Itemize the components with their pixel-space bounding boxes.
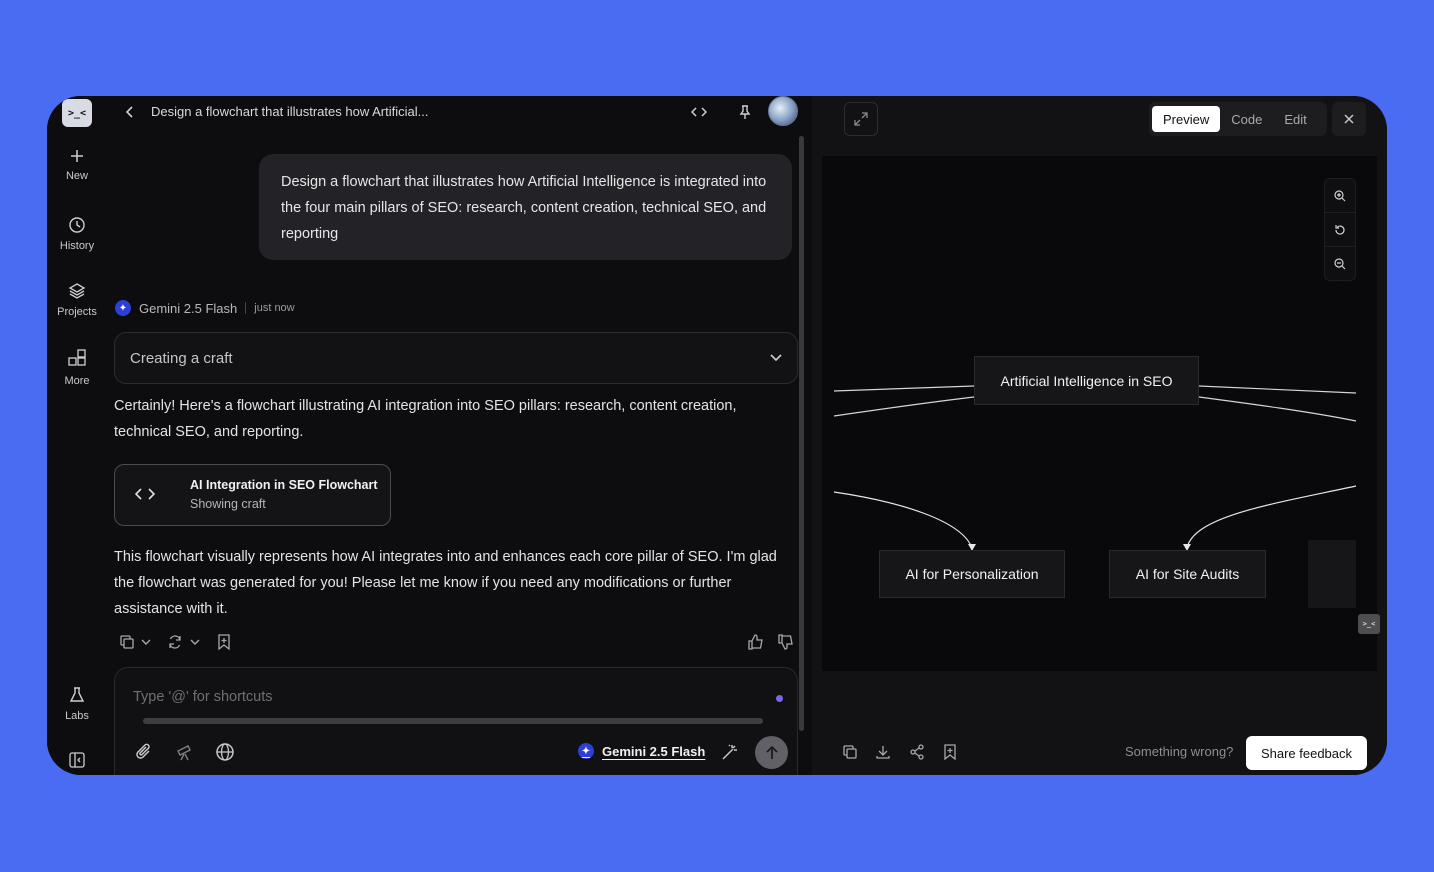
chevron-down-icon bbox=[770, 354, 782, 362]
model-name: Gemini 2.5 Flash bbox=[139, 300, 238, 316]
response-intro: Certainly! Here's a flowchart illustrati… bbox=[114, 398, 737, 440]
view-tabs: Preview Code Edit bbox=[1149, 102, 1327, 136]
divider bbox=[245, 302, 247, 314]
model-picker-label: Gemini 2.5 Flash bbox=[602, 743, 706, 759]
thumbs-up-icon[interactable] bbox=[748, 634, 764, 650]
bookmark-icon[interactable] bbox=[943, 744, 957, 760]
flowchart-canvas[interactable]: Artificial Intelligence in SEO AI for Pe… bbox=[822, 156, 1377, 671]
preview-panel: Preview Code Edit Artificial Intelligenc… bbox=[812, 96, 1387, 775]
sidebar-item-label: Projects bbox=[57, 306, 97, 318]
chat-title: Design a flowchart that illustrates how … bbox=[151, 104, 429, 119]
flask-icon bbox=[69, 687, 85, 702]
expand-button[interactable] bbox=[844, 102, 878, 136]
close-icon bbox=[1344, 114, 1354, 124]
sidebar-item-more[interactable]: More bbox=[47, 349, 107, 387]
history-icon bbox=[69, 217, 85, 233]
sparkle-icon: ✦ bbox=[578, 743, 594, 759]
thumbs-down-icon[interactable] bbox=[778, 634, 794, 650]
message-composer: ✦ Gemini 2.5 Flash bbox=[114, 667, 798, 775]
sparkle-icon: ✦ bbox=[115, 300, 131, 316]
sidebar-item-label: History bbox=[59, 240, 95, 252]
flowchart-node-partial[interactable] bbox=[1308, 540, 1356, 608]
sidebar-collapse-button[interactable] bbox=[47, 751, 107, 775]
sidebar-item-labs[interactable]: Labs bbox=[47, 686, 107, 722]
app-window: >_< New History Projects More Labs Desig… bbox=[47, 96, 1387, 775]
tab-edit[interactable]: Edit bbox=[1273, 106, 1317, 132]
zoom-out-icon bbox=[1334, 258, 1346, 270]
close-button[interactable] bbox=[1332, 102, 1366, 136]
grid-plus-icon bbox=[68, 349, 86, 366]
response-outro: This flowchart visually represents how A… bbox=[114, 549, 777, 617]
message-input[interactable] bbox=[133, 689, 733, 705]
response-meta: ✦ Gemini 2.5 Flash just now bbox=[115, 300, 295, 316]
code-icon bbox=[135, 488, 155, 500]
model-picker[interactable]: ✦ Gemini 2.5 Flash bbox=[578, 743, 705, 759]
flowchart-node[interactable]: AI for Personalization bbox=[879, 550, 1065, 598]
feedback-prompt: Something wrong? bbox=[1125, 744, 1234, 759]
sidebar-item-new[interactable]: New bbox=[47, 148, 107, 182]
artifact-card[interactable]: AI Integration in SEO Flowchart Showing … bbox=[114, 464, 391, 526]
composer-scrollbar[interactable] bbox=[143, 718, 763, 724]
reset-icon bbox=[1335, 224, 1345, 235]
avatar[interactable] bbox=[768, 96, 798, 126]
flowchart-node[interactable]: AI for Site Audits bbox=[1109, 550, 1266, 598]
bookmark-icon[interactable] bbox=[217, 634, 231, 650]
chat-header: Design a flowchart that illustrates how … bbox=[107, 96, 798, 130]
pin-icon[interactable] bbox=[737, 104, 753, 120]
chat-scrollbar[interactable] bbox=[799, 136, 804, 731]
arrow-up-icon bbox=[765, 745, 778, 759]
regenerate-icon[interactable] bbox=[167, 634, 183, 650]
reset-zoom-button[interactable] bbox=[1325, 213, 1355, 247]
code-icon[interactable] bbox=[691, 104, 707, 120]
zoom-in-button[interactable] bbox=[1325, 179, 1355, 213]
sidebar-item-projects[interactable]: Projects bbox=[47, 282, 107, 318]
status-dot bbox=[776, 695, 783, 702]
share-icon[interactable] bbox=[909, 744, 925, 760]
chevron-down-icon[interactable] bbox=[190, 638, 200, 646]
sidebar-item-history[interactable]: History bbox=[47, 216, 107, 252]
sidebar-item-label: More bbox=[64, 375, 90, 387]
artifact-subtitle: Showing craft bbox=[190, 497, 266, 511]
share-feedback-button[interactable]: Share feedback bbox=[1246, 736, 1367, 770]
craft-status-label: Creating a craft bbox=[130, 349, 233, 367]
copy-icon[interactable] bbox=[119, 634, 135, 650]
craft-status-dropdown[interactable]: Creating a craft bbox=[114, 332, 798, 384]
sidebar: >_< New History Projects More Labs bbox=[47, 96, 107, 775]
plus-icon bbox=[71, 150, 83, 162]
app-logo[interactable]: >_< bbox=[62, 99, 92, 127]
timestamp: just now bbox=[254, 302, 295, 314]
paperclip-icon[interactable] bbox=[135, 742, 153, 762]
zoom-in-icon bbox=[1334, 189, 1346, 201]
user-prompt-bubble: Design a flowchart that illustrates how … bbox=[259, 154, 792, 260]
tab-code[interactable]: Code bbox=[1220, 106, 1273, 132]
layers-icon bbox=[68, 283, 86, 299]
expand-icon bbox=[854, 112, 868, 126]
magic-wand-icon[interactable] bbox=[720, 742, 740, 762]
artifact-title: AI Integration in SEO Flowchart bbox=[190, 478, 378, 492]
zoom-out-button[interactable] bbox=[1325, 247, 1355, 281]
send-button[interactable] bbox=[755, 736, 788, 769]
sidebar-collapse-icon bbox=[69, 752, 85, 768]
download-icon[interactable] bbox=[875, 744, 891, 760]
chevron-left-icon[interactable] bbox=[123, 104, 137, 120]
chevron-down-icon[interactable] bbox=[141, 638, 151, 646]
sidebar-item-label: New bbox=[65, 170, 88, 182]
zoom-controls bbox=[1324, 178, 1356, 281]
globe-icon[interactable] bbox=[215, 742, 235, 762]
telescope-icon[interactable] bbox=[175, 742, 195, 762]
sidebar-item-label: Labs bbox=[65, 710, 89, 722]
watermark-logo: >_< bbox=[1358, 614, 1380, 634]
tab-preview[interactable]: Preview bbox=[1152, 106, 1221, 132]
copy-icon[interactable] bbox=[842, 744, 858, 760]
flowchart-root-node[interactable]: Artificial Intelligence in SEO bbox=[974, 356, 1199, 405]
